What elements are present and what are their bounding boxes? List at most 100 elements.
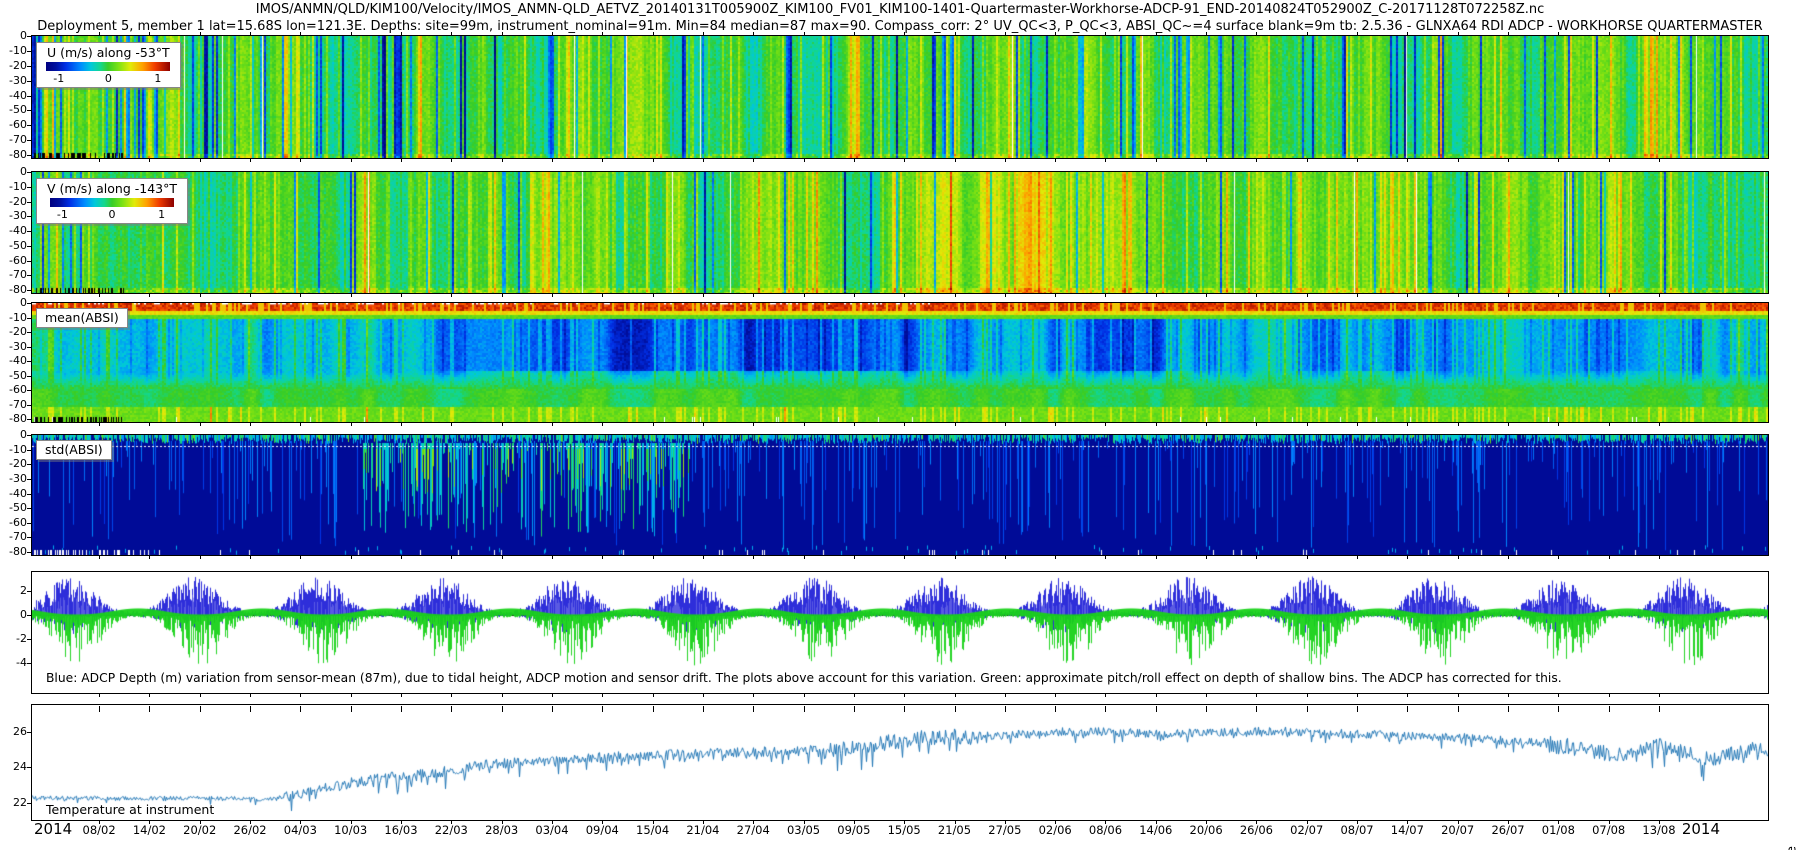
y-tick-mark: [27, 81, 31, 82]
y-tick-mark: [27, 376, 31, 377]
x-tick-mark: [1458, 821, 1459, 824]
y-tick-mark: [27, 231, 31, 232]
x-tick-mark: [401, 159, 402, 162]
x-tick-mark: [1558, 32, 1559, 35]
temperature-label: Temperature at instrument: [46, 802, 214, 817]
x-tick-mark: [250, 694, 251, 697]
x-tick-mark: [854, 821, 855, 824]
x-tick-mark: [1005, 821, 1006, 824]
x-tick-mark: [804, 556, 805, 559]
x-tick-mark: [149, 694, 150, 697]
x-tick-label: 03/05: [780, 823, 828, 837]
x-tick-mark: [451, 821, 452, 824]
x-tick-mark: [1055, 294, 1056, 297]
y-tick-label: 0: [0, 30, 27, 42]
y-tick-label: -10: [0, 444, 27, 456]
x-tick-mark: [502, 821, 503, 824]
x-tick-mark: [200, 706, 201, 712]
x-tick-mark: [804, 32, 805, 35]
x-tick-mark: [602, 556, 603, 559]
adcp-figure: IMOS/ANMN/QLD/KIM100/Velocity/IMOS_ANMN-…: [0, 0, 1800, 850]
x-tick-mark: [1156, 32, 1157, 35]
x-tick-mark: [200, 423, 201, 426]
x-tick-mark: [149, 423, 150, 426]
x-tick-mark: [1458, 694, 1459, 697]
x-tick-mark: [149, 706, 150, 712]
x-tick-mark: [653, 694, 654, 697]
x-tick-label: 16/03: [377, 823, 425, 837]
x-tick-mark: [904, 32, 905, 35]
x-tick-mark: [351, 694, 352, 697]
x-tick-mark: [1206, 423, 1207, 426]
x-tick-mark: [703, 159, 704, 162]
x-tick-mark: [1055, 32, 1056, 35]
y-tick-label: -40: [0, 90, 27, 102]
x-tick-mark: [1357, 706, 1358, 712]
x-tick-mark: [1005, 159, 1006, 162]
y-tick-mark: [27, 155, 31, 156]
x-tick-mark: [149, 821, 150, 824]
x-tick-mark: [1156, 159, 1157, 162]
x-tick-mark: [1307, 159, 1308, 162]
y-tick-label: -10: [0, 45, 27, 57]
x-tick-mark: [1609, 706, 1610, 712]
x-tick-mark: [99, 294, 100, 297]
u-colorbar-ticks: -101: [46, 71, 170, 84]
panel-mean-absi: [31, 302, 1769, 423]
x-tick-label: 10/03: [327, 823, 375, 837]
y-tick-mark: [27, 125, 31, 126]
y-tick-label: -80: [0, 413, 27, 425]
x-tick-mark: [1256, 556, 1257, 559]
x-tick-mark: [552, 294, 553, 297]
x-tick-mark: [955, 159, 956, 162]
x-tick-mark: [753, 32, 754, 35]
y-tick-mark: [27, 202, 31, 203]
y-tick-label: -80: [0, 546, 27, 558]
x-tick-mark: [1508, 556, 1509, 559]
x-tick-label: 13/08: [1635, 823, 1683, 837]
x-tick-mark: [300, 159, 301, 162]
y-tick-label: 22: [0, 797, 27, 809]
x-tick-mark: [401, 821, 402, 824]
y-tick-mark: [27, 332, 31, 333]
x-tick-mark: [1256, 294, 1257, 297]
x-tick-mark: [1256, 821, 1257, 824]
x-tick-label: 27/04: [729, 823, 777, 837]
y-tick-label: -80: [0, 149, 27, 161]
x-tick-mark: [1357, 556, 1358, 559]
x-tick-mark: [1055, 706, 1056, 712]
u-velocity-heatmap: [32, 36, 1768, 158]
x-tick-mark: [703, 821, 704, 824]
x-tick-mark: [250, 706, 251, 712]
x-tick-mark: [1609, 556, 1610, 559]
x-tick-mark: [1156, 556, 1157, 559]
y-tick-label: -50: [0, 502, 27, 514]
x-tick-mark: [1105, 694, 1106, 697]
x-tick-mark: [1609, 694, 1610, 697]
y-tick-label: -10: [0, 312, 27, 324]
x-tick-mark: [1558, 694, 1559, 697]
x-tick-mark: [1307, 556, 1308, 559]
y-tick-mark: [27, 275, 31, 276]
x-tick-mark: [1005, 294, 1006, 297]
x-tick-mark: [351, 423, 352, 426]
y-tick-label: -80: [0, 284, 27, 296]
x-tick-label: 08/06: [1081, 823, 1129, 837]
y-tick-mark: [27, 419, 31, 420]
x-tick-label: 20/06: [1182, 823, 1230, 837]
x-tick-mark: [552, 32, 553, 35]
x-tick-mark: [1458, 159, 1459, 162]
x-tick-mark: [1156, 706, 1157, 712]
x-tick-mark: [602, 821, 603, 824]
x-tick-label: 08/02: [75, 823, 123, 837]
x-tick-label: 04/03: [276, 823, 324, 837]
std-absi-label: std(ABSI): [36, 440, 112, 460]
x-tick-mark: [1407, 694, 1408, 697]
x-tick-mark: [351, 294, 352, 297]
y-tick-mark: [27, 246, 31, 247]
y-tick-mark: [27, 494, 31, 495]
x-tick-mark: [804, 294, 805, 297]
x-tick-mark: [1005, 423, 1006, 426]
x-tick-mark: [854, 694, 855, 697]
x-tick-mark: [451, 706, 452, 712]
